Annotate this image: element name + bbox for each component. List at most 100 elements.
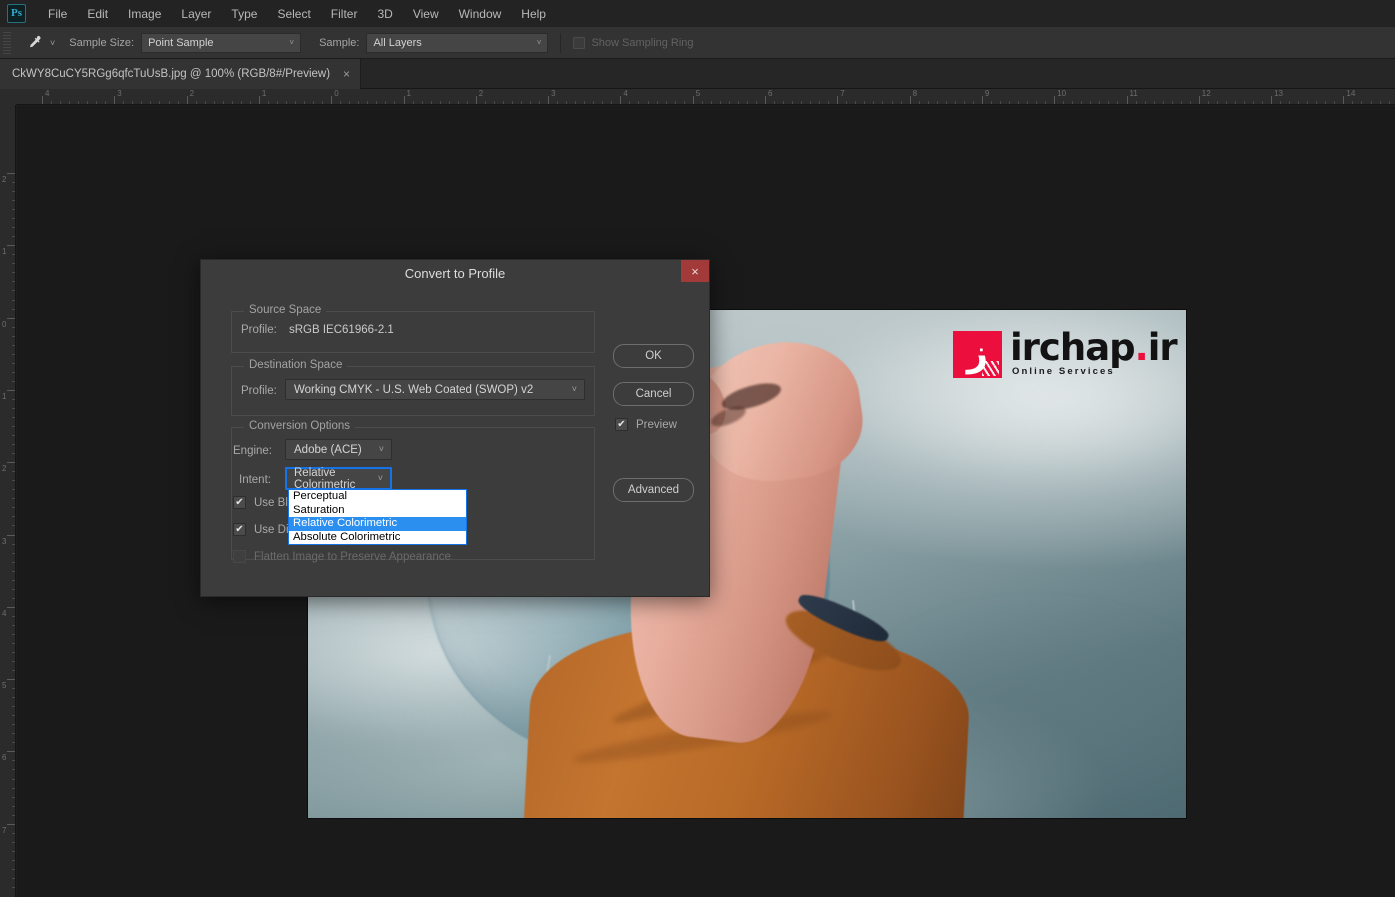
ruler-label: 5 — [2, 681, 7, 691]
ruler-tick-minor — [1388, 101, 1390, 104]
intent-option-1[interactable]: Saturation — [289, 504, 466, 518]
convert-to-profile-dialog[interactable]: Convert to Profile × Source Space Profil… — [200, 259, 710, 597]
show-sampling-ring-checkbox[interactable] — [573, 36, 586, 49]
ruler-tick-minor — [855, 101, 857, 104]
ruler-tick-minor — [602, 101, 604, 104]
options-bar-grip[interactable] — [3, 31, 11, 54]
ruler-tick-minor — [1334, 101, 1336, 104]
horizontal-ruler[interactable]: 4 3 2 1 0 1 2 3 4 5 6 7 8 9 10 11 12 13 14 — [16, 89, 1395, 105]
ruler-label: 0 — [2, 319, 7, 329]
menu-image[interactable]: Image — [118, 4, 171, 24]
ruler-label: 0 — [334, 89, 339, 98]
intent-dropdown-list[interactable]: Perceptual Saturation Relative Colorimetri… — [288, 489, 467, 546]
ruler-tick-minor — [12, 272, 15, 274]
menu-3d[interactable]: 3D — [367, 4, 402, 24]
advanced-button[interactable]: Advanced — [613, 478, 694, 502]
intent-select[interactable]: Relative Colorimetric ˅ — [285, 466, 392, 491]
flatten-image-row: Flatten Image to Preserve Appearance — [233, 550, 451, 563]
ruler-tick-minor — [12, 877, 15, 879]
ruler-tick — [548, 96, 550, 104]
intent-option-3[interactable]: Absolute Colorimetric — [289, 531, 466, 545]
ruler-tick-minor — [1162, 101, 1164, 104]
ruler-tick-minor — [12, 597, 15, 599]
ruler-label: 3 — [117, 89, 122, 98]
engine-select[interactable]: Adobe (ACE) ˅ — [285, 439, 392, 460]
ruler-tick-minor — [801, 101, 803, 104]
ruler-tick-minor — [819, 101, 821, 104]
ruler-tick-minor — [204, 101, 206, 104]
ruler-tick-minor — [945, 101, 947, 104]
ruler-tick-minor — [900, 101, 902, 104]
menu-help[interactable]: Help — [511, 4, 556, 24]
ruler-tick-minor — [629, 101, 631, 104]
ruler-tick-minor — [665, 101, 667, 104]
intent-option-2[interactable]: Relative Colorimetric — [289, 517, 466, 531]
flatten-image-label: Flatten Image to Preserve Appearance — [254, 550, 451, 563]
sample-size-select[interactable]: Point Sample ˅ — [141, 32, 302, 53]
intent-value: Relative Colorimetric — [294, 466, 356, 491]
use-dither-row[interactable]: ✔ Use Dit — [233, 523, 292, 536]
ruler-label: 4 — [623, 89, 628, 98]
close-icon[interactable]: × — [343, 68, 350, 80]
ruler-tick-minor — [1379, 101, 1381, 104]
menu-edit[interactable]: Edit — [77, 4, 118, 24]
ruler-tick-minor — [177, 101, 179, 104]
ruler-tick-minor — [12, 371, 15, 373]
ruler-tick-minor — [1234, 101, 1236, 104]
document-tab-strip: CkWY8CuCY5RGg6qfcTuUsB.jpg @ 100% (RGB/8… — [0, 59, 1395, 89]
use-dither-checkbox[interactable]: ✔ — [233, 523, 246, 536]
ruler-label: 1 — [406, 89, 411, 98]
intent-label: Intent: — [239, 474, 271, 486]
ruler-tick — [331, 96, 333, 104]
sample-select[interactable]: All Layers ˅ — [366, 32, 549, 53]
ruler-tick — [7, 823, 15, 825]
source-profile-label: Profile: — [241, 324, 277, 336]
ruler-tick-minor — [511, 101, 513, 104]
ruler-tick-minor — [674, 101, 676, 104]
photoshop-window: Ps File Edit Image Layer Type Select Fil… — [0, 0, 1395, 897]
black-point-compensation-row[interactable]: ✔ Use Bla — [233, 496, 294, 509]
ruler-tick-minor — [1307, 101, 1309, 104]
ruler-tick — [258, 96, 260, 104]
ruler-tick — [7, 679, 15, 681]
ruler-tick-minor — [1135, 101, 1137, 104]
document-tab[interactable]: CkWY8CuCY5RGg6qfcTuUsB.jpg @ 100% (RGB/8… — [0, 59, 362, 89]
destination-profile-select[interactable]: Working CMYK - U.S. Web Coated (SWOP) v2… — [285, 379, 585, 400]
menu-filter[interactable]: Filter — [321, 4, 368, 24]
ruler-tick-minor — [1036, 101, 1038, 104]
sample-size-label: Sample Size: — [69, 36, 135, 49]
ruler-tick-minor — [719, 101, 721, 104]
ruler-tick-minor — [12, 380, 15, 382]
ruler-label: 2 — [478, 89, 484, 98]
preview-checkbox[interactable]: ✔ — [615, 418, 628, 431]
ruler-tick-minor — [12, 642, 15, 644]
vertical-ruler[interactable]: 2 1 0 1 2 3 4 5 6 7 — [0, 89, 16, 897]
menu-layer[interactable]: Layer — [171, 4, 221, 24]
close-icon[interactable]: × — [681, 260, 709, 282]
menu-file[interactable]: File — [38, 4, 77, 24]
menu-type[interactable]: Type — [221, 4, 267, 24]
intent-option-0[interactable]: Perceptual — [289, 490, 466, 504]
tool-preset-chevron-down-icon[interactable]: ˅ — [50, 38, 55, 48]
sample-label: Sample: — [319, 36, 360, 49]
ruler-tick — [7, 751, 15, 753]
menu-select[interactable]: Select — [267, 4, 320, 24]
ruler-tick-minor — [159, 101, 161, 104]
ok-button[interactable]: OK — [613, 344, 694, 368]
preview-row[interactable]: ✔ Preview — [615, 418, 677, 431]
menu-window[interactable]: Window — [449, 4, 512, 24]
menu-view[interactable]: View — [403, 4, 449, 24]
ruler-label: 7 — [2, 825, 7, 835]
ruler-tick-minor — [12, 516, 15, 518]
black-point-compensation-checkbox[interactable]: ✔ — [233, 496, 246, 509]
cancel-button[interactable]: Cancel — [613, 382, 694, 406]
ruler-tick — [403, 96, 405, 104]
ruler-tick-minor — [1063, 101, 1065, 104]
ruler-tick-minor — [276, 101, 278, 104]
ruler-tick-minor — [502, 101, 504, 104]
ruler-tick-minor — [12, 344, 15, 346]
eyedropper-icon[interactable] — [21, 31, 47, 55]
dialog-title-bar[interactable]: Convert to Profile × — [201, 260, 709, 287]
ruler-tick-minor — [1243, 101, 1245, 104]
ruler-tick-minor — [12, 308, 15, 310]
